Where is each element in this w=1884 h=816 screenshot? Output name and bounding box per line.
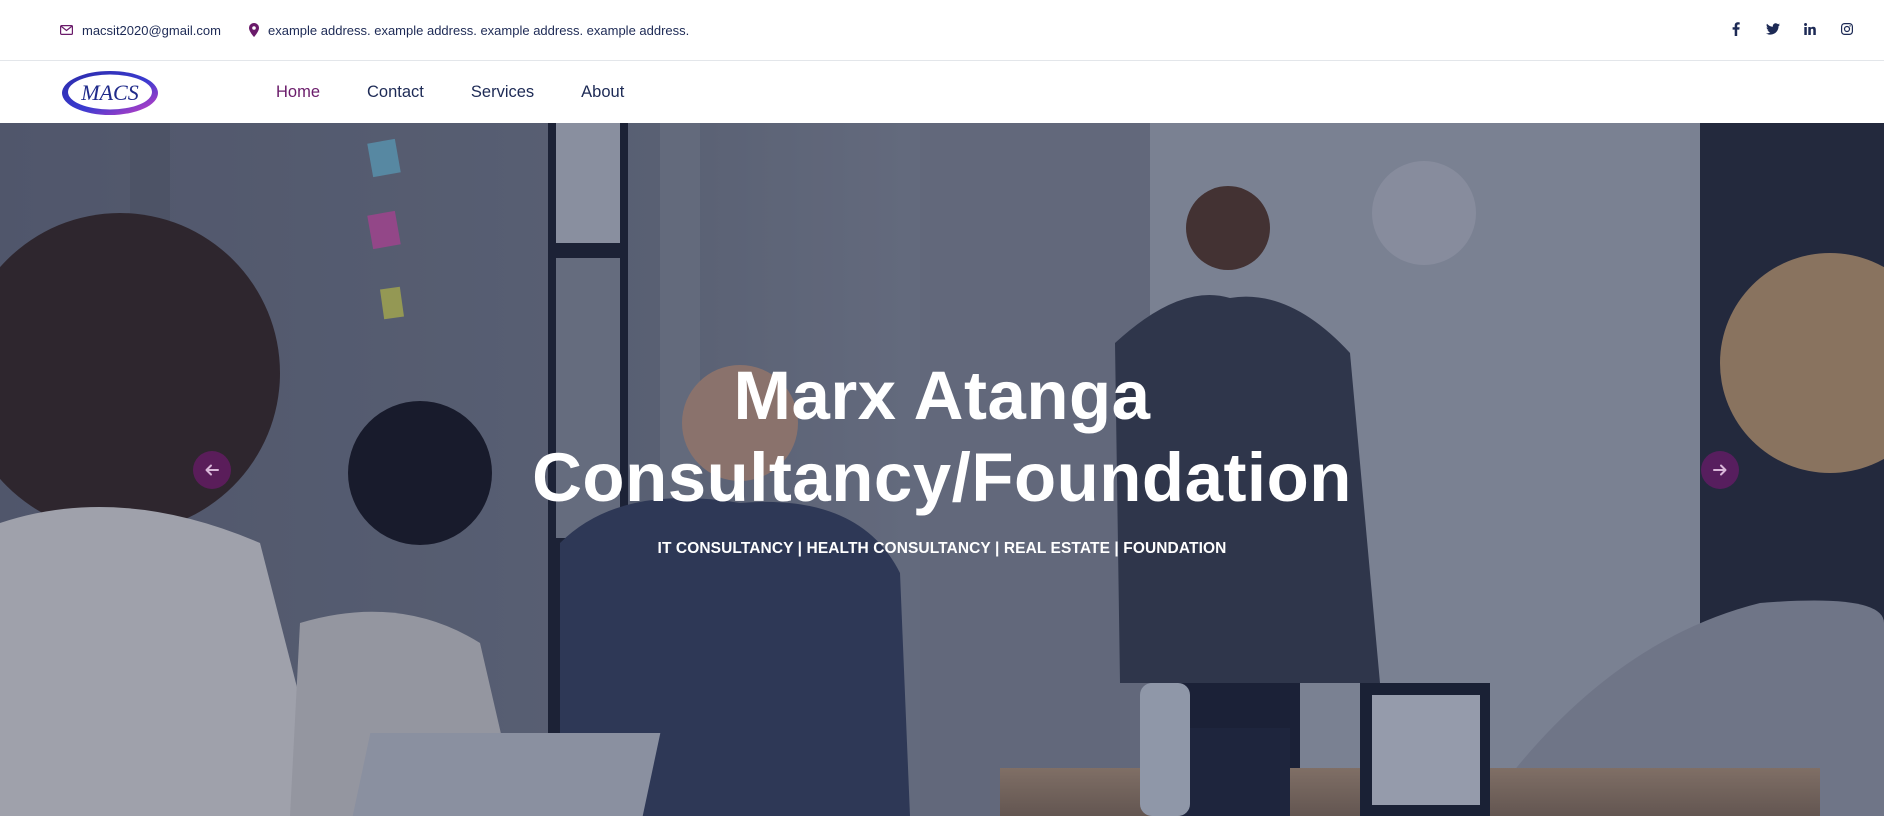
nav-about[interactable]: About xyxy=(581,83,624,102)
address-text: example address. example address. exampl… xyxy=(268,22,690,38)
nav-services[interactable]: Services xyxy=(471,83,534,102)
email-contact[interactable]: macsit2020@gmail.com xyxy=(60,21,221,39)
address-contact: example address. example address. exampl… xyxy=(249,21,689,39)
hero-title-line2: Consultancy/Foundation xyxy=(532,439,1352,516)
map-pin-icon xyxy=(249,23,259,37)
envelope-icon xyxy=(60,25,73,35)
facebook-icon[interactable] xyxy=(1728,20,1743,38)
email-text: macsit2020@gmail.com xyxy=(82,22,221,38)
nav-menu: Home Contact Services About xyxy=(276,61,671,123)
linkedin-icon[interactable] xyxy=(1802,20,1817,38)
hero-subtitle: IT CONSULTANCY | HEALTH CONSULTANCY | RE… xyxy=(657,540,1227,557)
slider-next-button[interactable] xyxy=(1701,451,1739,489)
slider-prev-button[interactable] xyxy=(193,451,231,489)
nav-contact[interactable]: Contact xyxy=(367,83,424,102)
top-info-bar: macsit2020@gmail.com example address. ex… xyxy=(0,0,1884,61)
hero-slider: Marx Atanga Consultancy/Foundation IT CO… xyxy=(0,123,1884,816)
nav-home[interactable]: Home xyxy=(276,83,320,102)
hero-title-line1: Marx Atanga xyxy=(733,357,1151,434)
hero-title: Marx Atanga Consultancy/Foundation xyxy=(442,355,1442,519)
instagram-icon[interactable] xyxy=(1839,20,1854,38)
social-links xyxy=(1728,20,1854,38)
main-navbar: MACS Home Contact Services About xyxy=(0,61,1884,123)
arrow-left-icon xyxy=(205,464,219,476)
macs-logo[interactable]: MACS xyxy=(60,68,160,118)
twitter-icon[interactable] xyxy=(1765,20,1780,38)
logo-text: MACS xyxy=(80,80,138,105)
arrow-right-icon xyxy=(1713,464,1727,476)
